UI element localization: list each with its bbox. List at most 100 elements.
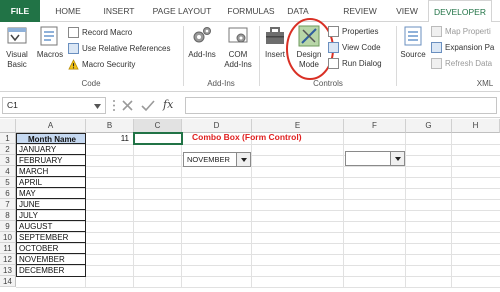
- insert-label: Insert: [264, 50, 285, 59]
- table-cell[interactable]: JUNE: [17, 199, 85, 210]
- tab-page-layout[interactable]: PAGE LAYOUT: [148, 0, 216, 22]
- row-header[interactable]: 5: [0, 177, 16, 188]
- selected-cell-c1[interactable]: [133, 132, 183, 145]
- combo-box-empty[interactable]: [345, 151, 405, 166]
- gridline: [16, 265, 500, 266]
- refresh-data-label: Refresh Data: [445, 59, 493, 68]
- tab-view[interactable]: VIEW: [392, 0, 422, 22]
- group-separator: [259, 26, 260, 86]
- add-ins-button[interactable]: Add-Ins: [186, 24, 218, 60]
- grip-icon: [113, 100, 115, 111]
- column-header-a[interactable]: A: [16, 119, 86, 133]
- map-properties-label: Map Properti: [445, 27, 491, 36]
- table-cell[interactable]: NOVEMBER: [17, 254, 85, 265]
- gridline: [16, 232, 500, 233]
- source-button[interactable]: Source: [398, 24, 428, 60]
- gridline: [16, 177, 500, 178]
- row-header[interactable]: 10: [0, 232, 16, 243]
- ribbon-tab-bar: FILE HOME INSERT PAGE LAYOUT FORMULAS DA…: [0, 0, 500, 23]
- add-ins-group-label: Add-Ins: [207, 79, 235, 88]
- gridline: [16, 144, 500, 145]
- record-macro-button[interactable]: Record Macro: [68, 26, 132, 40]
- macro-security-label: Macro Security: [82, 60, 136, 69]
- select-all-corner[interactable]: [0, 119, 16, 133]
- expansion-packs-label: Expansion Pa: [445, 43, 495, 52]
- run-dialog-button[interactable]: Run Dialog: [328, 57, 382, 71]
- column-header-b[interactable]: B: [86, 119, 134, 133]
- table-cell[interactable]: FEBRUARY: [17, 155, 85, 166]
- group-separator: [396, 26, 397, 86]
- gridline: [16, 243, 500, 244]
- row-header[interactable]: 7: [0, 199, 16, 210]
- insert-function-icon[interactable]: fx: [163, 98, 173, 111]
- map-properties-button[interactable]: Map Properti: [431, 25, 491, 39]
- map-properties-icon: [431, 26, 442, 38]
- formula-input[interactable]: [185, 97, 497, 114]
- refresh-data-button[interactable]: Refresh Data: [431, 57, 492, 71]
- gridline: [16, 155, 500, 156]
- table-cell[interactable]: DECEMBER: [17, 265, 85, 276]
- tab-home[interactable]: HOME: [48, 0, 88, 22]
- tab-review[interactable]: REVIEW: [340, 0, 380, 22]
- row-header[interactable]: 12: [0, 254, 16, 265]
- row-header[interactable]: 3: [0, 155, 16, 166]
- column-header-c[interactable]: C: [134, 119, 182, 133]
- table-cell[interactable]: OCTOBER: [17, 243, 85, 254]
- combo-box-title: Combo Box (Form Control): [192, 132, 302, 142]
- row-header[interactable]: 13: [0, 265, 16, 276]
- tab-developer[interactable]: DEVELOPER: [428, 0, 492, 23]
- enter-check-icon[interactable]: [141, 99, 155, 112]
- row-header[interactable]: 2: [0, 144, 16, 155]
- combo-box-month[interactable]: NOVEMBER: [183, 152, 251, 167]
- cancel-icon[interactable]: [121, 99, 134, 112]
- dropdown-arrow-icon[interactable]: [390, 152, 404, 165]
- row-header[interactable]: 1: [0, 133, 16, 144]
- dropdown-arrow-icon[interactable]: [236, 153, 250, 166]
- tab-insert[interactable]: INSERT: [96, 0, 142, 22]
- gridline: [16, 188, 500, 189]
- gridline: [16, 166, 500, 167]
- name-box[interactable]: C1: [2, 97, 106, 114]
- tab-file[interactable]: FILE: [0, 0, 40, 22]
- ribbon: Visual Basic Macros Record Macro Use Rel…: [0, 18, 500, 92]
- properties-icon: [328, 26, 339, 38]
- table-cell[interactable]: APRIL: [17, 177, 85, 188]
- expansion-packs-button[interactable]: Expansion Pa: [431, 41, 494, 55]
- row-header[interactable]: 9: [0, 221, 16, 232]
- macro-security-button[interactable]: Macro Security: [68, 58, 135, 72]
- table-cell[interactable]: MAY: [17, 188, 85, 199]
- gridline: [16, 254, 500, 255]
- column-header-h[interactable]: H: [452, 119, 500, 133]
- table-cell[interactable]: JULY: [17, 210, 85, 221]
- chevron-down-icon[interactable]: [94, 104, 101, 109]
- visual-basic-button[interactable]: Visual Basic: [2, 24, 32, 70]
- table-cell[interactable]: AUGUST: [17, 221, 85, 232]
- macros-button[interactable]: Macros: [34, 24, 66, 60]
- table-cell[interactable]: MARCH: [17, 166, 85, 177]
- row-header[interactable]: 4: [0, 166, 16, 177]
- view-code-button[interactable]: View Code: [328, 41, 381, 55]
- row-header[interactable]: 6: [0, 188, 16, 199]
- row-header[interactable]: 11: [0, 243, 16, 254]
- use-relative-references-button[interactable]: Use Relative References: [68, 42, 170, 56]
- column-header-g[interactable]: G: [406, 119, 452, 133]
- table-cell[interactable]: JANUARY: [17, 144, 85, 155]
- view-code-icon: [328, 42, 339, 54]
- xml-group-label: XML: [476, 79, 494, 88]
- column-header-e[interactable]: E: [252, 119, 344, 133]
- properties-button[interactable]: Properties: [328, 25, 378, 39]
- cell-b1[interactable]: 11: [86, 133, 132, 144]
- gear-icon: [193, 27, 211, 43]
- row-header[interactable]: 14: [0, 276, 16, 287]
- macros-icon: [40, 26, 58, 46]
- column-header-d[interactable]: D: [182, 119, 252, 133]
- add-ins-label: Add-Ins: [188, 50, 216, 59]
- view-code-label: View Code: [342, 43, 381, 52]
- table-cell[interactable]: SEPTEMBER: [17, 232, 85, 243]
- tab-formulas[interactable]: FORMULAS: [222, 0, 280, 22]
- row-header[interactable]: 8: [0, 210, 16, 221]
- combo-box-month-value: NOVEMBER: [187, 155, 230, 164]
- com-add-ins-button[interactable]: COM Add-Ins: [222, 24, 254, 70]
- month-name-header[interactable]: Month Name: [16, 133, 86, 144]
- column-header-f[interactable]: F: [344, 119, 406, 133]
